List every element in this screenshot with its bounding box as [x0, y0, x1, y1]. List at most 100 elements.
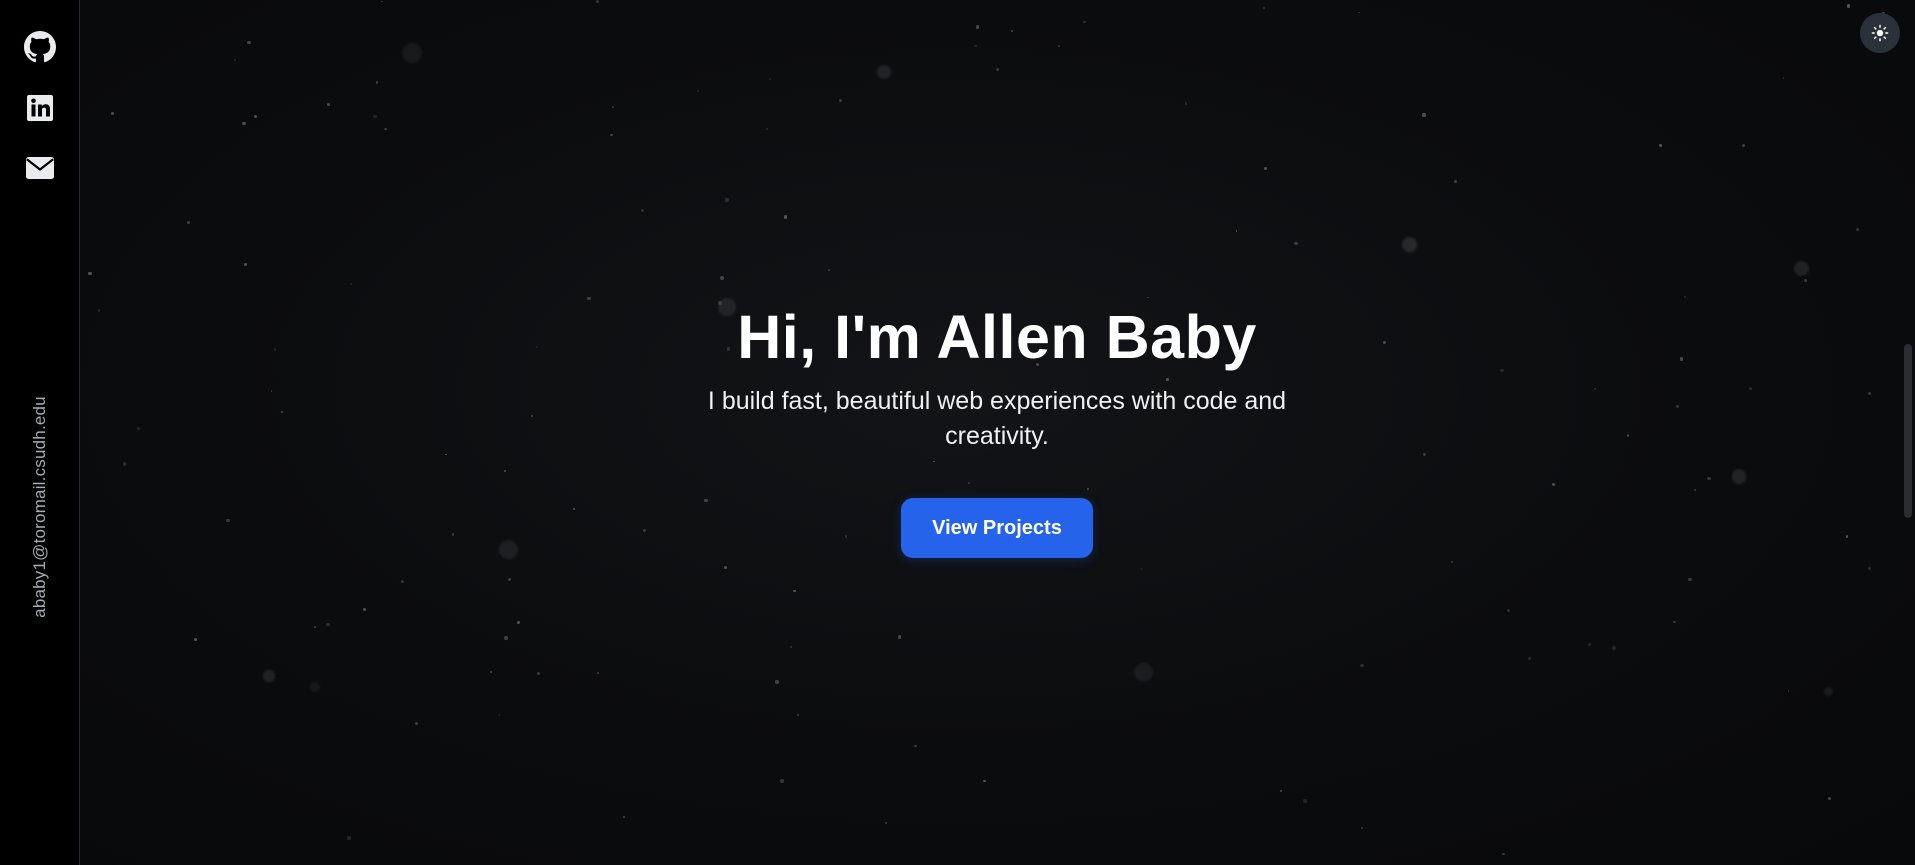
particle	[1422, 113, 1426, 117]
particle	[1847, 4, 1851, 8]
particle	[347, 836, 351, 840]
particle	[1688, 577, 1692, 582]
particle	[1787, 690, 1790, 692]
particle	[1673, 620, 1676, 624]
hero-section: Hi, I'm Allen Baby I build fast, beautif…	[79, 300, 1915, 558]
particle	[641, 208, 644, 212]
particle	[1357, 11, 1360, 14]
particle	[241, 121, 246, 126]
view-projects-button[interactable]: View Projects	[901, 498, 1093, 558]
particle	[243, 262, 248, 266]
sidebar-email-link[interactable]: ababy1@toromail.csudh.edu	[30, 396, 50, 618]
particle	[1683, 296, 1687, 299]
particle	[375, 81, 378, 84]
particle	[975, 25, 979, 29]
particle	[1263, 166, 1268, 171]
particle	[247, 40, 251, 45]
linkedin-icon[interactable]	[24, 92, 56, 124]
page: ababy1@toromail.csudh.edu Hi, I'm Allen …	[0, 0, 1915, 865]
particle	[263, 669, 275, 682]
particle	[1804, 279, 1808, 283]
particle	[1235, 230, 1238, 233]
particle	[1782, 76, 1785, 79]
particle	[1507, 608, 1511, 612]
particle	[194, 637, 197, 641]
particle	[996, 67, 1000, 71]
github-icon[interactable]	[24, 31, 56, 63]
particle	[1742, 144, 1745, 147]
particle	[187, 220, 191, 224]
particle	[1360, 663, 1364, 668]
particle	[1453, 179, 1457, 183]
particle	[1303, 799, 1307, 803]
theme-toggle-button[interactable]	[1860, 13, 1900, 53]
particle	[1361, 827, 1364, 830]
particle	[1057, 45, 1060, 48]
particle	[508, 577, 512, 581]
particle	[414, 722, 418, 726]
particle	[537, 671, 541, 675]
social-sidebar: ababy1@toromail.csudh.edu	[0, 0, 80, 865]
particle	[913, 744, 917, 748]
particle	[725, 198, 729, 202]
particle	[897, 635, 902, 640]
particle	[1083, 20, 1086, 24]
particle	[349, 283, 353, 286]
particle	[1527, 656, 1532, 660]
particle	[982, 779, 986, 783]
scrollbar-thumb[interactable]	[1904, 344, 1912, 518]
particle	[1658, 143, 1663, 148]
particle	[612, 106, 615, 109]
particle	[1401, 236, 1417, 252]
particle	[723, 566, 727, 570]
particle	[314, 626, 316, 629]
particle	[719, 275, 724, 280]
particle	[402, 43, 422, 63]
particle	[1451, 561, 1454, 564]
particle	[775, 680, 779, 684]
particle	[1588, 642, 1592, 646]
particle	[1828, 797, 1832, 801]
particle	[769, 77, 772, 80]
particle	[254, 115, 258, 119]
particle	[1502, 852, 1506, 856]
particle	[827, 268, 831, 272]
particle	[796, 713, 800, 717]
particle	[974, 44, 977, 48]
particle	[877, 64, 892, 79]
sun-icon	[1871, 24, 1889, 42]
particle	[381, 0, 383, 3]
particle	[1134, 663, 1153, 682]
particle	[884, 821, 888, 825]
particle	[326, 102, 331, 107]
particle	[789, 645, 793, 649]
scrollbar[interactable]	[1901, 0, 1915, 865]
particle	[363, 608, 367, 612]
mail-icon[interactable]	[24, 152, 56, 184]
particle	[88, 271, 92, 276]
particle	[489, 670, 492, 673]
particle	[610, 134, 613, 137]
particle	[596, 671, 599, 674]
particle	[1855, 227, 1860, 232]
particle	[400, 579, 405, 584]
particle	[310, 682, 320, 692]
particle	[839, 98, 843, 102]
particle	[384, 127, 387, 130]
particle	[1823, 686, 1833, 697]
particle	[373, 114, 377, 119]
hero-subtitle: I build fast, beautiful web experiences …	[707, 387, 1287, 450]
particle	[1140, 568, 1143, 571]
hero-title: Hi, I'm Allen Baby	[737, 303, 1257, 371]
particle	[234, 58, 237, 62]
particle	[504, 636, 508, 641]
particle	[1867, 566, 1872, 570]
particle	[1280, 790, 1283, 793]
particle	[111, 111, 115, 115]
particle	[780, 779, 784, 783]
particle	[1010, 30, 1013, 33]
particle	[1184, 102, 1188, 106]
particle	[1147, 296, 1150, 299]
particle	[696, 90, 699, 93]
particle	[517, 621, 520, 624]
